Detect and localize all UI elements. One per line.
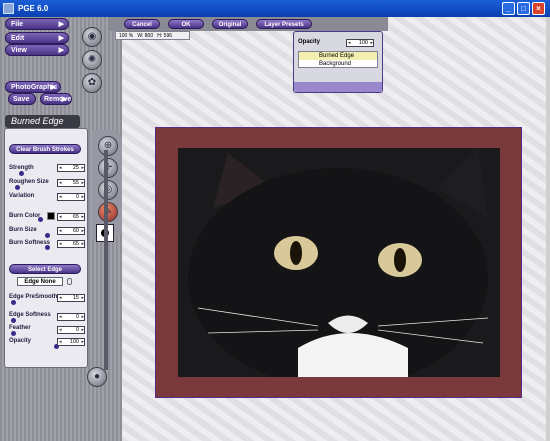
- file-menu-label: File: [11, 21, 24, 28]
- strength-input[interactable]: 25: [57, 164, 85, 172]
- crosshair-icon: ✛: [99, 159, 117, 177]
- edge-softness-slider[interactable]: [11, 318, 16, 323]
- tool-round-button[interactable]: ✿: [82, 73, 102, 93]
- view-menu[interactable]: View ▶: [5, 44, 69, 56]
- remove-label: Remove: [44, 96, 72, 103]
- burn-softness-slider[interactable]: [45, 245, 50, 250]
- layers-list: Burned Edge Background: [298, 51, 378, 68]
- tool-round-button[interactable]: ✺: [82, 50, 102, 70]
- cat-photo: [178, 148, 500, 377]
- edge-presmooth-input[interactable]: 15: [57, 294, 85, 302]
- minimize-button[interactable]: _: [502, 2, 515, 15]
- panel-title: Burned Edge: [5, 115, 80, 128]
- feather-input[interactable]: 0: [57, 326, 85, 334]
- ok-button[interactable]: OK: [168, 19, 204, 29]
- edge-mode-select[interactable]: Edge None: [17, 277, 63, 286]
- file-menu[interactable]: File ▶: [5, 18, 69, 30]
- burn-color-swatch[interactable]: [47, 212, 55, 220]
- roughen-size-input[interactable]: 55: [57, 179, 85, 187]
- view-menu-label: View: [11, 47, 27, 54]
- layer-item-burned-edge[interactable]: Burned Edge: [299, 52, 377, 60]
- edge-presmooth-slider[interactable]: [11, 300, 16, 305]
- tool-button[interactable]: ⊕: [98, 136, 118, 156]
- opacity-label: Opacity: [9, 338, 32, 344]
- remove-button[interactable]: Remove ▶: [40, 93, 72, 105]
- edit-menu[interactable]: Edit ▶: [5, 32, 69, 44]
- maximize-button[interactable]: □: [517, 2, 530, 15]
- tool-button[interactable]: ✛: [98, 158, 118, 178]
- zoom-readout: 100 %: [119, 33, 134, 39]
- roughen-size-slider[interactable]: [15, 185, 20, 190]
- burn-color-label: Burn Color: [9, 213, 41, 219]
- right-border: [546, 17, 550, 441]
- width-readout: W: 800: [137, 33, 154, 39]
- tool-button[interactable]: ◎: [98, 180, 118, 200]
- burn-color-slider[interactable]: [38, 217, 43, 222]
- burn-color-input[interactable]: 65: [57, 213, 85, 221]
- brush-icon: ⊕: [103, 140, 113, 151]
- layer-presets-button[interactable]: Layer Presets: [256, 19, 312, 29]
- image-info-bar: 100 % W: 800 H: 596: [115, 31, 190, 40]
- opacity-input[interactable]: 100: [57, 338, 85, 346]
- layers-footer[interactable]: [294, 82, 382, 92]
- roughen-size-label: Roughen Size: [9, 179, 49, 185]
- variation-label: Variation: [9, 193, 35, 199]
- variation-input[interactable]: 0: [57, 193, 85, 201]
- feather-slider[interactable]: [11, 331, 16, 336]
- close-button[interactable]: ×: [532, 2, 545, 15]
- gear-icon: ✺: [87, 54, 97, 65]
- chevron-right-icon: ▶: [61, 96, 67, 103]
- chevron-right-icon: ▶: [58, 47, 64, 54]
- layers-panel: Opacity 100 Burned Edge Background: [293, 31, 383, 93]
- tool-round-button[interactable]: ◉: [82, 27, 102, 47]
- layer-item-background[interactable]: Background: [299, 60, 377, 68]
- circle-icon: ●: [93, 371, 101, 382]
- edge-softness-label: Edge Softness: [9, 312, 51, 318]
- tool-button[interactable]: ✎: [98, 202, 118, 222]
- burn-softness-input[interactable]: 65: [57, 240, 85, 248]
- burn-size-label: Burn Size: [9, 227, 37, 233]
- top-toolbar: Cancel OK Original Layer Presets: [108, 17, 388, 31]
- lock-icon[interactable]: [67, 278, 72, 285]
- pen-icon: ✎: [99, 203, 117, 221]
- layers-opacity-label: Opacity: [298, 39, 321, 45]
- chevron-right-icon: ▶: [58, 21, 64, 28]
- edge-softness-input[interactable]: 0: [57, 313, 85, 321]
- cat-image: [178, 148, 500, 377]
- cancel-button[interactable]: Cancel: [124, 19, 160, 29]
- edge-presmooth-label: Edge PreSmooth: [9, 294, 58, 300]
- edit-menu-label: Edit: [11, 35, 25, 42]
- height-readout: H: 596: [157, 33, 173, 39]
- flower-icon: ✿: [87, 77, 97, 88]
- burn-softness-label: Burn Softness: [9, 240, 51, 246]
- window-title: PGE 6.0: [18, 4, 49, 13]
- burned-edge-frame[interactable]: [155, 127, 522, 398]
- photographic-menu[interactable]: PhotoGraphic ▶: [5, 81, 61, 93]
- clear-brush-strokes-button[interactable]: Clear Brush Strokes: [9, 144, 81, 154]
- layers-opacity-input[interactable]: 100: [346, 39, 374, 47]
- original-button[interactable]: Original: [212, 19, 248, 29]
- bottom-round-button[interactable]: ●: [87, 367, 107, 387]
- select-edge-button[interactable]: Select Edge: [9, 264, 81, 274]
- save-label: Save: [13, 96, 30, 103]
- burn-size-slider[interactable]: [45, 233, 50, 238]
- title-bar: PGE 6.0 _ □ ×: [0, 0, 550, 17]
- strength-slider[interactable]: [19, 171, 24, 176]
- app-icon: [3, 3, 14, 14]
- eye-icon: ◎: [99, 181, 117, 199]
- save-button[interactable]: Save: [8, 93, 36, 105]
- panel-divider: [104, 150, 108, 370]
- burn-size-input[interactable]: 60: [57, 227, 85, 235]
- settings-panel: Clear Brush Strokes Strength 25 Roughen …: [4, 128, 88, 368]
- circle-icon: ◉: [87, 31, 97, 42]
